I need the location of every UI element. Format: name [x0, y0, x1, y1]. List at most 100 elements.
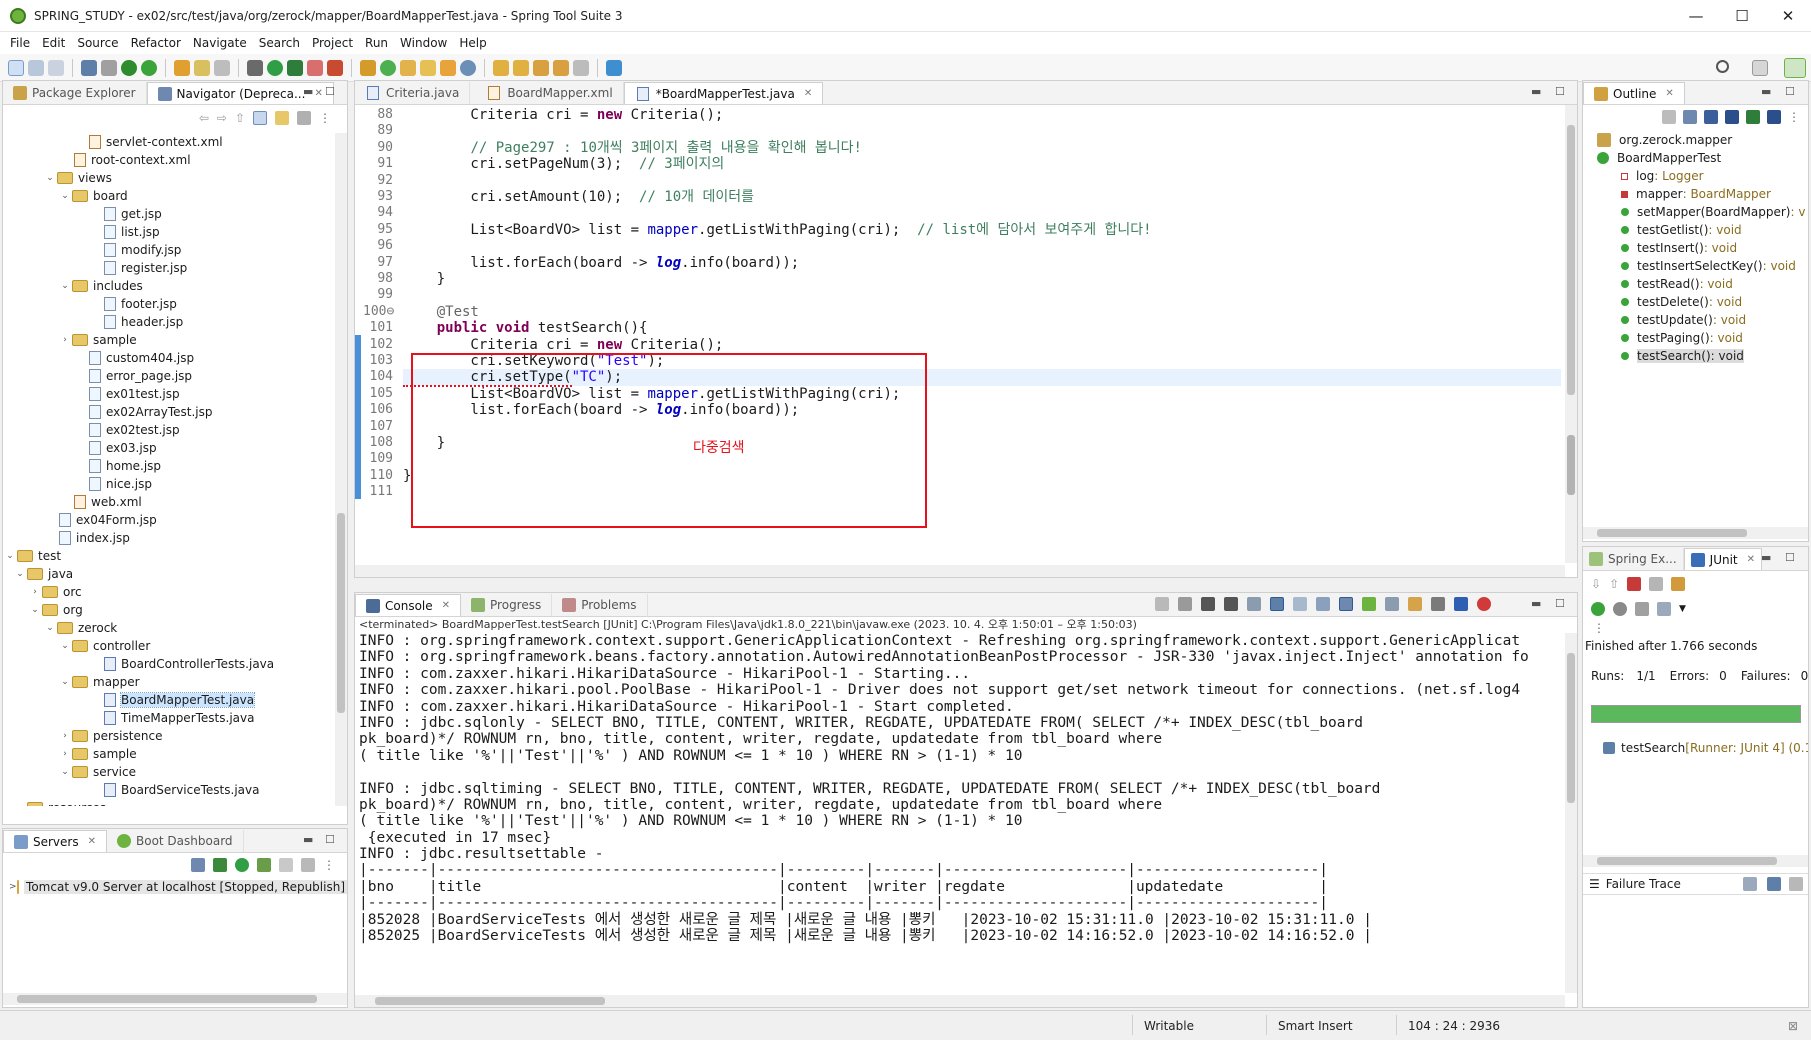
- tree-item[interactable]: ex02ArrayTest.jsp: [3, 403, 335, 421]
- outline-item[interactable]: testUpdate() : void: [1583, 311, 1808, 329]
- scroll-lock-icon[interactable]: [1649, 577, 1664, 591]
- new-java-class-icon[interactable]: [380, 59, 396, 76]
- console-vertical-scrollbar[interactable]: [1565, 633, 1577, 993]
- tree-item[interactable]: › sample: [3, 745, 335, 763]
- tree-item[interactable]: nice.jsp: [3, 475, 335, 493]
- forward-icon[interactable]: ⇨: [217, 111, 227, 125]
- open-perspective-icon[interactable]: [1752, 60, 1768, 76]
- tree-item[interactable]: › orc: [3, 583, 335, 601]
- open-console-icon[interactable]: [1362, 597, 1376, 611]
- outline-item[interactable]: mapper : BoardMapper: [1583, 185, 1808, 203]
- code-line[interactable]: [403, 123, 1561, 139]
- spring-perspective-icon[interactable]: [1784, 58, 1806, 78]
- rerun-failed-first-icon[interactable]: [1613, 602, 1627, 616]
- collapse-icon[interactable]: ⌄: [3, 551, 17, 561]
- junit-horizontal-scrollbar[interactable]: [1583, 855, 1808, 867]
- tree-item[interactable]: footer.jsp: [3, 295, 335, 313]
- tree-item[interactable]: ⌄ org: [3, 601, 335, 619]
- rerun-test-icon[interactable]: [1591, 602, 1605, 616]
- editor-horizontal-scrollbar[interactable]: [355, 565, 1565, 577]
- tree-item[interactable]: ⌄ board: [3, 187, 335, 205]
- scrollbar-thumb[interactable]: [1597, 529, 1747, 537]
- skip-breakpoints-icon[interactable]: [101, 59, 117, 76]
- scroll-lock-icon[interactable]: [1270, 597, 1284, 611]
- code-line[interactable]: List<BoardVO> list = mapper.getListWithP…: [403, 222, 1561, 238]
- collapse-icon[interactable]: ⌄: [28, 605, 42, 615]
- show-failures-only-icon[interactable]: [1627, 577, 1642, 591]
- tab-spring-explorer[interactable]: Spring Ex...: [1583, 548, 1684, 570]
- boot-dashboard-icon[interactable]: [121, 59, 137, 76]
- close-icon[interactable]: ✕: [314, 88, 322, 99]
- close-icon[interactable]: ✕: [442, 600, 450, 611]
- code-line[interactable]: Criteria cri = new Criteria();: [403, 107, 1561, 123]
- tree-item[interactable]: list.jsp: [3, 223, 335, 241]
- stop-test-icon[interactable]: [1635, 602, 1649, 616]
- outline-item[interactable]: org.zerock.mapper: [1583, 131, 1808, 149]
- hide-static-icon[interactable]: [1725, 110, 1739, 124]
- menu-navigate[interactable]: Navigate: [187, 36, 253, 50]
- back-icon[interactable]: [553, 59, 569, 76]
- highlight-icon[interactable]: [194, 59, 210, 76]
- tree-item[interactable]: ⌄ views: [3, 169, 335, 187]
- terminate-icon[interactable]: [1178, 597, 1192, 611]
- tab-criteria-java[interactable]: Criteria.java: [355, 82, 471, 104]
- junit-more-icon[interactable]: ⋮: [1583, 621, 1808, 639]
- minimize-view-icon[interactable]: ▬: [1531, 597, 1541, 610]
- show-on-error-icon[interactable]: [1339, 597, 1353, 611]
- tree-item[interactable]: ex02test.jsp: [3, 421, 335, 439]
- test-run-history-icon[interactable]: [1671, 577, 1686, 591]
- run-configurations-icon[interactable]: [287, 59, 303, 76]
- tree-item[interactable]: ex01test.jsp: [3, 385, 335, 403]
- code-line[interactable]: // Page297 : 10개씩 3페이지 출력 내용을 확인해 봅니다!: [403, 140, 1561, 156]
- quick-access-search-icon[interactable]: [1716, 60, 1729, 73]
- tree-item[interactable]: › persistence: [3, 727, 335, 745]
- tree-item[interactable]: error_page.jsp: [3, 367, 335, 385]
- hide-local-types-icon[interactable]: [1767, 110, 1781, 124]
- close-icon[interactable]: ✕: [804, 88, 812, 99]
- dropdown-icon[interactable]: ▼: [1679, 604, 1686, 614]
- maximize-view-icon[interactable]: ☐: [1785, 85, 1795, 98]
- collapse-icon[interactable]: ⌄: [43, 623, 57, 633]
- menu-help[interactable]: Help: [453, 36, 492, 50]
- collapse-icon[interactable]: ⌄: [58, 281, 72, 291]
- collapse-icon[interactable]: ⌄: [58, 191, 72, 201]
- outline-item[interactable]: testSearch() : void: [1583, 347, 1808, 365]
- tree-item[interactable]: register.jsp: [3, 259, 335, 277]
- outline-item[interactable]: setMapper(BoardMapper) : v: [1583, 203, 1808, 221]
- collapse-icon[interactable]: ⌄: [58, 677, 72, 687]
- scrollbar-thumb[interactable]: [1567, 125, 1575, 395]
- close-icon[interactable]: ✕: [1665, 88, 1673, 99]
- scrollbar-thumb[interactable]: [1597, 857, 1777, 865]
- code-line[interactable]: [403, 287, 1561, 303]
- close-icon[interactable]: ✕: [1747, 554, 1755, 565]
- coverage-icon[interactable]: [327, 59, 343, 76]
- junit-test-row[interactable]: testSearch [Runner: JUnit 4] (0.13: [1603, 739, 1808, 757]
- code-line[interactable]: }: [403, 271, 1561, 287]
- collapse-icon[interactable]: ⌄: [13, 803, 27, 806]
- tree-item[interactable]: custom404.jsp: [3, 349, 335, 367]
- scrollbar-thumb[interactable]: [1567, 435, 1575, 495]
- close-button[interactable]: ✕: [1765, 0, 1811, 32]
- new-console-icon[interactable]: [1408, 597, 1422, 611]
- maximize-view-icon[interactable]: ☐: [1785, 551, 1795, 564]
- maximize-view-icon[interactable]: ☐: [325, 833, 335, 846]
- sort-icon[interactable]: [1683, 110, 1697, 124]
- outline-item[interactable]: testPaging() : void: [1583, 329, 1808, 347]
- mark-occurrences-icon[interactable]: [174, 59, 190, 76]
- minimize-view-icon[interactable]: ▬: [1761, 85, 1771, 98]
- status-progress-icon[interactable]: ⊠: [1788, 1019, 1798, 1033]
- maximize-view-icon[interactable]: ☐: [1555, 597, 1565, 610]
- last-edit-location-icon[interactable]: [533, 59, 549, 76]
- next-annotation-icon[interactable]: [493, 59, 509, 76]
- minimize-view-icon[interactable]: ▬: [303, 833, 313, 846]
- refresh-icon[interactable]: [141, 59, 157, 76]
- menu-search[interactable]: Search: [253, 36, 306, 50]
- hide-non-public-icon[interactable]: [1746, 110, 1760, 124]
- code-editor[interactable]: 88 89 90 91 92 93 94 95 96 97 98 99 100⊖ 101 102 103 104…: [355, 105, 1577, 577]
- tree-item[interactable]: web.xml: [3, 493, 335, 511]
- tree-item[interactable]: TimeMapperTests.java: [3, 709, 335, 727]
- tree-item[interactable]: ex03.jsp: [3, 439, 335, 457]
- tree-item[interactable]: index.jsp: [3, 529, 335, 547]
- save-icon[interactable]: [28, 59, 44, 76]
- expand-icon[interactable]: ›: [58, 335, 72, 345]
